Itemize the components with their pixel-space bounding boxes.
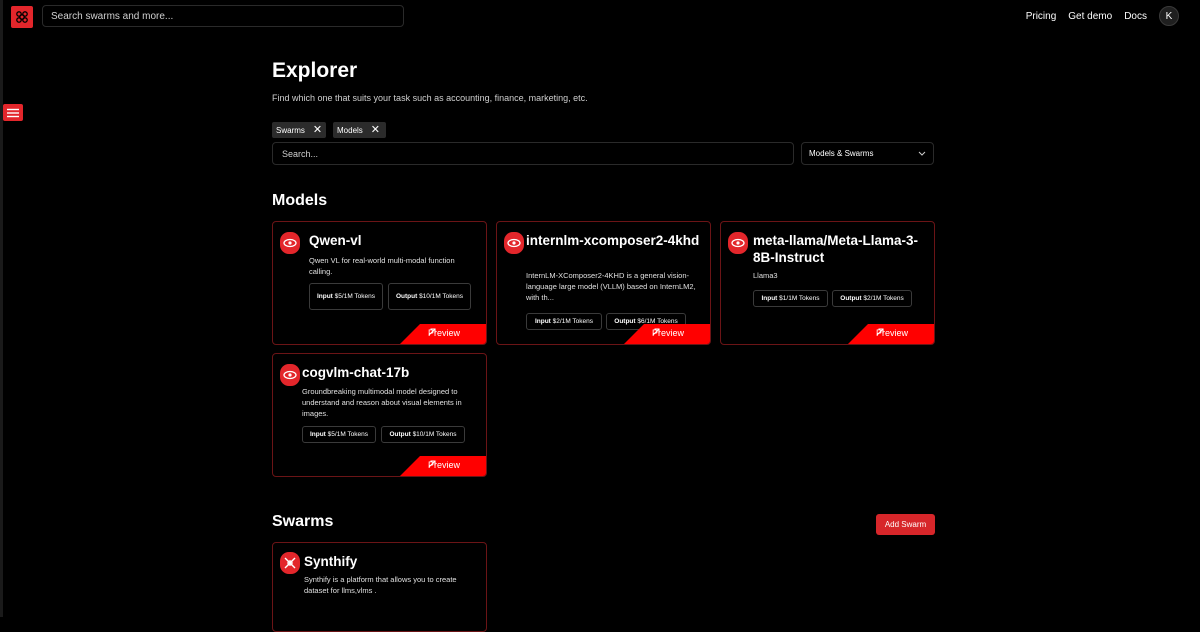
model-description: Qwen VL for real-world multi-modal funct…: [309, 256, 455, 276]
model-card[interactable]: cogvlm-chat-17b Groundbreaking multimoda…: [272, 353, 487, 477]
output-price-value: $2/1M Tokens: [863, 294, 904, 302]
close-icon[interactable]: ✕: [371, 124, 380, 136]
output-label: Output: [395, 292, 418, 300]
get-demo-link[interactable]: Get demo: [1068, 11, 1112, 22]
top-nav: Pricing Get demo Docs K: [1026, 6, 1179, 26]
arrow-up-right-icon: [652, 328, 660, 336]
page-subtitle: Find which one that suits your task such…: [272, 93, 588, 103]
top-search-box[interactable]: [42, 5, 404, 27]
chevron-down-icon: [918, 151, 926, 156]
output-price: Output $2/1M Tokens: [832, 290, 912, 307]
type-select[interactable]: Models & Swarms: [801, 142, 934, 165]
model-name: internlm-xcomposer2-4khd: [526, 233, 700, 248]
output-label: Output: [389, 430, 411, 438]
preview-button[interactable]: Preview: [400, 456, 486, 476]
top-search-input[interactable]: [49, 9, 403, 23]
input-price: Input $2/1M Tokens: [526, 313, 602, 330]
docs-link[interactable]: Docs: [1124, 11, 1147, 22]
page-title: Explorer: [272, 59, 358, 82]
swarm-card[interactable]: Synthify Synthify is a platform that all…: [272, 542, 487, 632]
input-price: Input $5/1M Tokens: [309, 283, 383, 310]
arrow-up-right-icon: [428, 460, 436, 468]
menu-icon[interactable]: [3, 104, 23, 121]
input-price-value: $5/1M Tokens: [327, 430, 369, 438]
pricing-link[interactable]: Pricing: [1026, 11, 1057, 22]
eye-icon: [280, 232, 300, 254]
input-price: Input $1/1M Tokens: [753, 290, 828, 307]
close-icon[interactable]: ✕: [313, 124, 322, 136]
eye-icon: [280, 364, 300, 386]
swarm-name: Synthify: [304, 554, 358, 569]
output-price: Output $10/1M Tokens: [388, 283, 471, 310]
swarm-description: Synthify is a platform that allows you t…: [304, 575, 457, 595]
input-price-value: $1/1M Tokens: [779, 294, 820, 302]
avatar[interactable]: K: [1159, 6, 1179, 26]
explorer-search-input[interactable]: [280, 147, 793, 160]
model-description: Groundbreaking multimodal model designed…: [302, 387, 462, 418]
model-description: Llama3: [753, 271, 778, 280]
input-price-value: $2/1M Tokens: [552, 317, 594, 325]
output-price: Output $10/1M Tokens: [381, 426, 465, 443]
model-description: InternLM-XComposer2-4KHD is a general vi…: [526, 271, 696, 302]
models-heading: Models: [272, 192, 328, 209]
chip-label: Swarms: [276, 125, 305, 135]
preview-button[interactable]: Preview: [848, 324, 934, 344]
input-label: Input: [316, 292, 333, 300]
eye-icon: [728, 232, 748, 254]
explorer-search-box[interactable]: [272, 142, 794, 165]
arrow-up-right-icon: [876, 328, 884, 336]
swarm-icon: [280, 552, 300, 574]
preview-button[interactable]: Preview: [624, 324, 710, 344]
input-label: Input: [309, 430, 326, 438]
input-label: Input: [534, 317, 551, 325]
arrow-up-right-icon: [428, 328, 436, 336]
select-value: Models & Swarms: [809, 149, 874, 158]
eye-icon: [504, 232, 524, 254]
swarms-heading: Swarms: [272, 513, 334, 530]
output-price-value: $10/1M Tokens: [419, 292, 464, 300]
model-name: Qwen-vl: [309, 233, 362, 248]
logo-icon[interactable]: [11, 6, 33, 28]
input-price-value: $5/1M Tokens: [334, 292, 376, 300]
preview-button[interactable]: Preview: [400, 324, 486, 344]
left-rail: [0, 0, 3, 617]
model-card[interactable]: internlm-xcomposer2-4khd InternLM-XCompo…: [496, 221, 711, 345]
input-label: Input: [761, 294, 778, 302]
chip-label: Models: [337, 125, 363, 135]
input-price: Input $5/1M Tokens: [302, 426, 376, 443]
output-label: Output: [840, 294, 862, 302]
model-card[interactable]: Qwen-vl Qwen VL for real-world multi-mod…: [272, 221, 487, 345]
filter-chip-models: Models ✕: [333, 122, 386, 138]
add-swarm-button[interactable]: Add Swarm: [876, 514, 935, 535]
model-card[interactable]: meta-llama/Meta-Llama-3-8B-Instruct Llam…: [720, 221, 935, 345]
model-name: meta-llama/Meta-Llama-3-8B-Instruct: [753, 233, 919, 265]
model-name: cogvlm-chat-17b: [302, 365, 410, 380]
filter-chip-swarms: Swarms ✕: [272, 122, 326, 138]
output-price-value: $10/1M Tokens: [412, 430, 457, 438]
